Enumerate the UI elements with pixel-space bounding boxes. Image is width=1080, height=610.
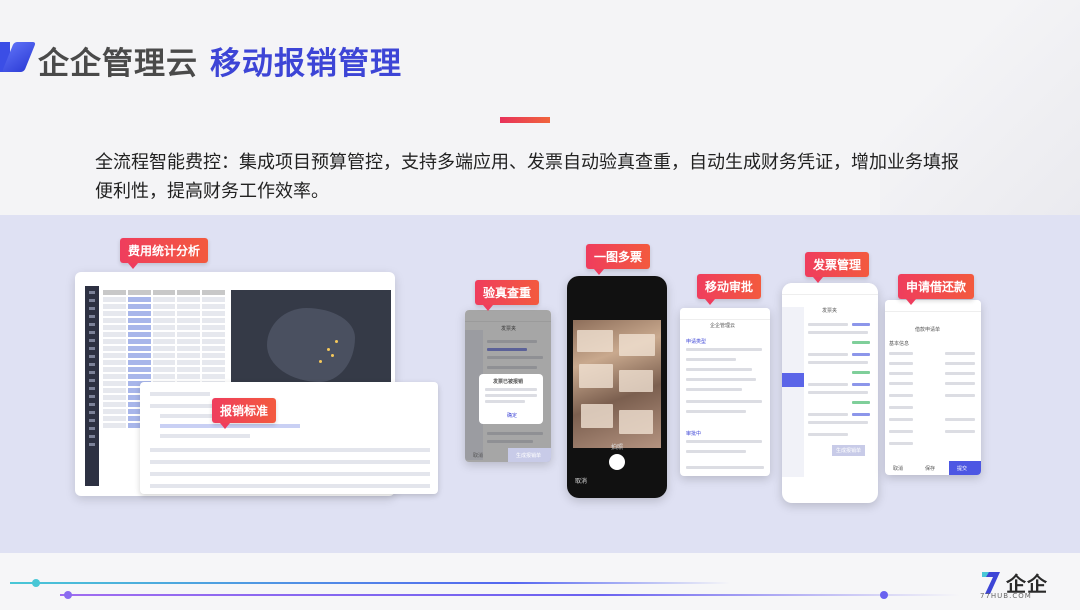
map-point — [335, 340, 338, 343]
label-multi-invoice: 一图多票 — [586, 244, 651, 275]
description-text: 全流程智能费控：集成项目预算管控，支持多端应用、发票自动验真查重，自动生成财务凭… — [95, 152, 959, 202]
label-reimbursement-standard: 报销标准 — [212, 398, 277, 429]
verify-cancel-button[interactable]: 取消 — [465, 448, 508, 462]
footer-dot — [880, 591, 888, 599]
verify-dialog-title: 发票已被报销 — [493, 379, 524, 385]
loan-section-basic: 基本信息 — [889, 341, 910, 347]
loan-save-button[interactable]: 保存 — [917, 461, 949, 475]
footer-line-teal — [10, 582, 730, 584]
verify-screen-title: 发票夹 — [501, 326, 517, 332]
label-invoice-management: 发票管理 — [805, 252, 870, 283]
label-mobile-approval: 移动审批 — [697, 274, 762, 305]
title-accent-bar — [500, 117, 550, 123]
title-sub: 移动报销管理 — [210, 46, 402, 82]
approval-field-status: 审批中 — [686, 431, 702, 437]
verify-generate-button[interactable]: 生成报销单 — [508, 448, 551, 462]
desktop-standard-form — [140, 382, 438, 494]
verify-dialog-confirm[interactable]: 确定 — [507, 412, 517, 419]
brand-url: 77HUB.COM — [980, 592, 1032, 600]
title-main: 企企管理云 — [38, 46, 198, 82]
phone-loan-screen: 借款申请单 基本信息 取消 保存 提交 — [885, 300, 981, 475]
approval-title: 企企管理云 — [710, 323, 736, 329]
phone-camera-screen: 取消 拍照 — [567, 276, 667, 498]
phone-verify-screen: 发票夹 发票已被报销 确定 取消 生成报销单 — [465, 310, 551, 462]
approval-field-type: 申请类型 — [686, 339, 707, 345]
invoice-menu-selected[interactable] — [782, 373, 804, 387]
invoice-photo — [573, 320, 661, 448]
label-verify-check: 验真查重 — [475, 280, 540, 311]
phone-invoice-screen: 发票夹 生成报销单 — [782, 283, 878, 503]
footer-dot — [32, 579, 40, 587]
label-loan-repayment: 申请借还款 — [898, 274, 975, 305]
desktop-sidebar — [85, 286, 99, 486]
phone-approval-screen: 企企管理云 申请类型 审批中 — [680, 308, 770, 476]
loan-cancel-button[interactable]: 取消 — [885, 461, 917, 475]
map-point — [327, 348, 330, 351]
footer-dot — [64, 591, 72, 599]
china-map-shape — [267, 308, 355, 382]
page-title: 企企管理云 移动报销管理 — [38, 38, 402, 83]
loan-screen-title: 借款申请单 — [915, 327, 941, 333]
invoice-screen-title: 发票夹 — [822, 308, 838, 314]
camera-mode: 拍照 — [611, 444, 624, 451]
footer-line-purple — [60, 594, 960, 596]
brand-logo: 企企 77HUB.COM — [980, 570, 1070, 604]
map-point — [319, 360, 322, 363]
invoice-side-menu — [782, 307, 804, 477]
loan-submit-button[interactable]: 提交 — [949, 461, 981, 475]
camera-cancel[interactable]: 取消 — [575, 476, 587, 485]
label-expense-analysis: 费用统计分析 — [120, 238, 209, 269]
verify-dialog: 发票已被报销 确定 — [479, 374, 543, 424]
invoice-generate-button[interactable]: 生成报销单 — [832, 445, 866, 456]
camera-shutter-button[interactable] — [609, 454, 625, 470]
map-point — [331, 354, 334, 357]
